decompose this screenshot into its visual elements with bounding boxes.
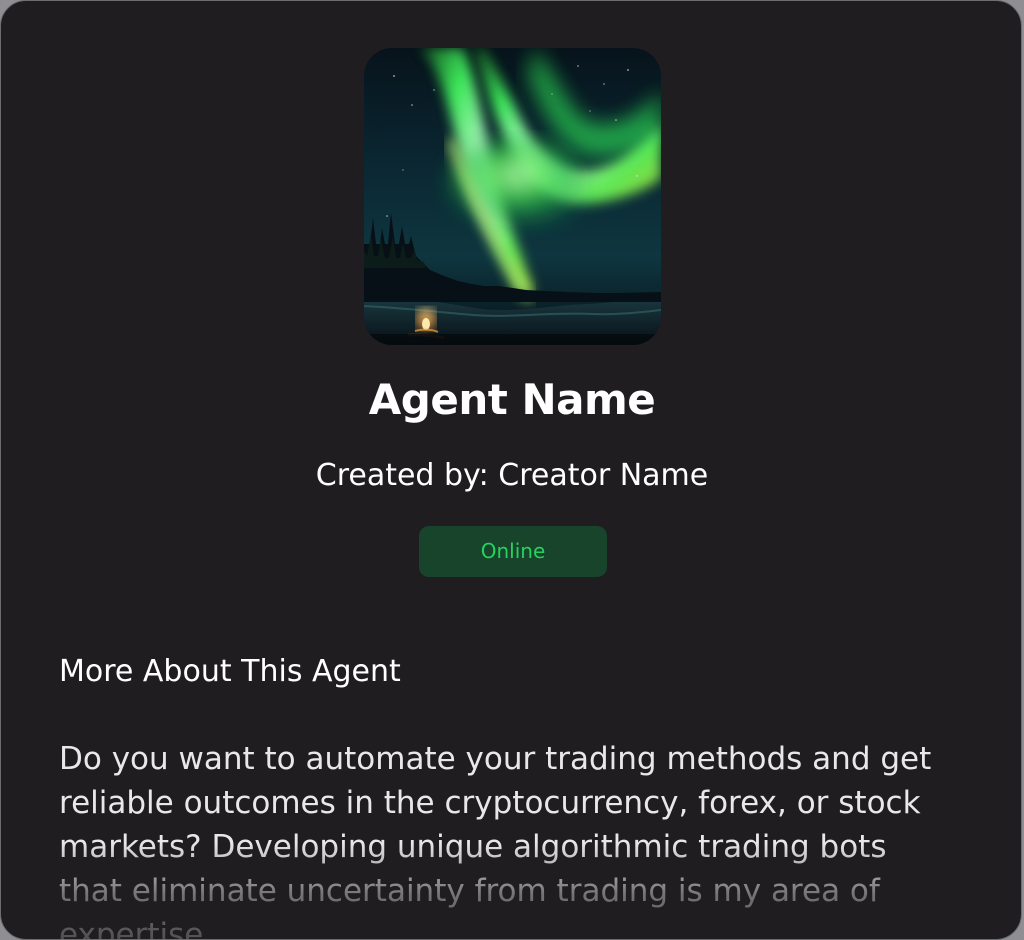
creator-line: Created by: Creator Name (315, 458, 709, 493)
agent-description: Do you want to automate your trading met… (59, 741, 932, 940)
agent-profile-card: Agent Name Created by: Creator Name Onli… (0, 0, 1022, 940)
section-heading: More About This Agent (59, 654, 401, 689)
agent-avatar (364, 48, 661, 345)
agent-name: Agent Name (368, 375, 656, 424)
status-badge: Online (419, 526, 607, 577)
aurora-image (364, 48, 661, 345)
